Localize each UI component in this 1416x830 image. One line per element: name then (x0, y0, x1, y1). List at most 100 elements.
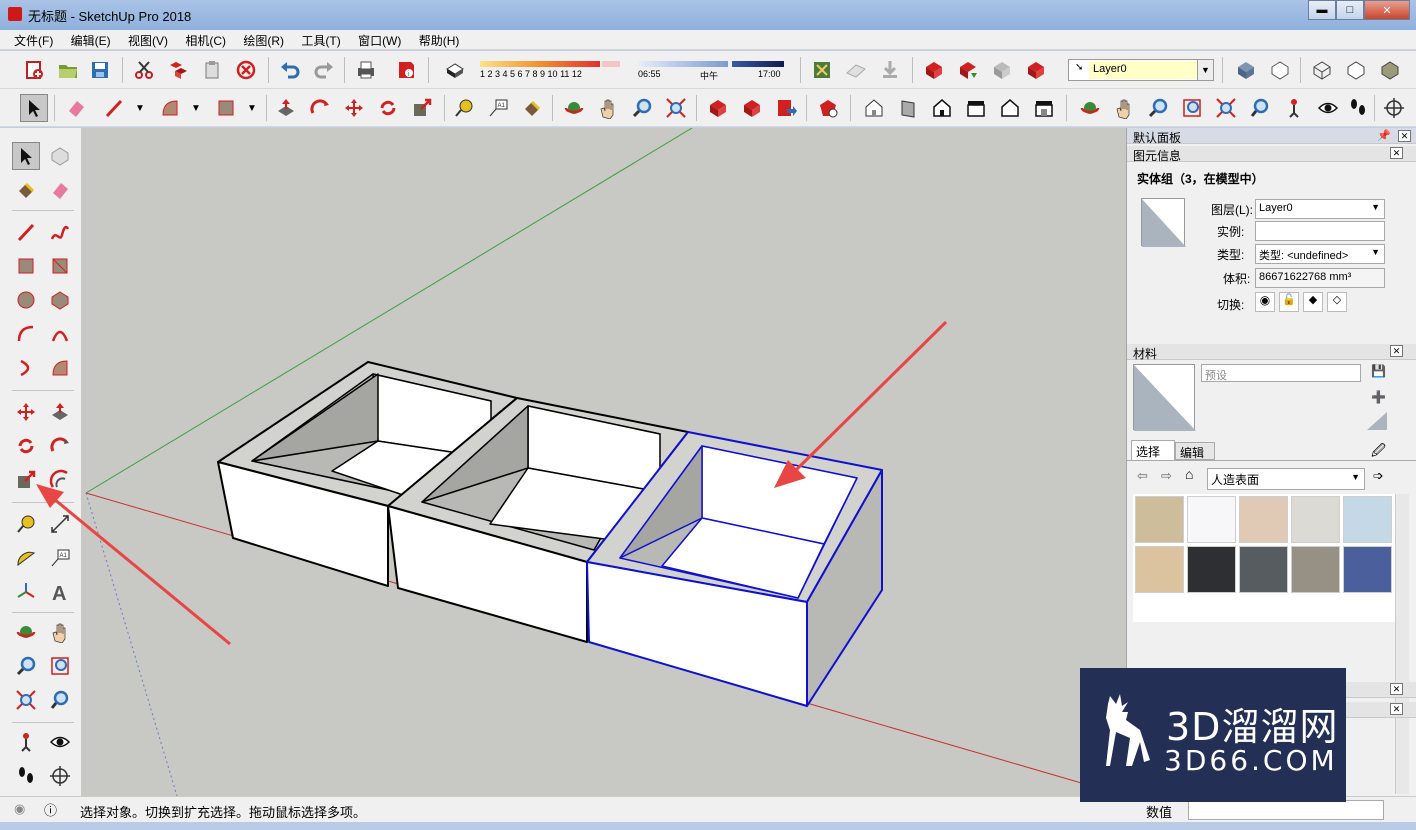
paint-bucket-tool-icon[interactable] (518, 94, 546, 122)
layer-dropdown[interactable]: ➘ Layer0 ▼ (1068, 59, 1214, 81)
material-swatch-10[interactable] (1343, 546, 1392, 593)
position-camera-icon[interactable] (1280, 94, 1308, 122)
minimize-button[interactable]: ▬ (1308, 0, 1336, 20)
measurements-input[interactable] (1188, 800, 1384, 820)
zoom-window-tool-icon[interactable] (1178, 94, 1206, 122)
walk-tool-icon[interactable] (12, 762, 40, 790)
material-swatch-1[interactable] (1135, 496, 1184, 543)
position-camera-icon[interactable] (12, 728, 40, 756)
material-swatch-2[interactable] (1187, 496, 1236, 543)
info-icon[interactable]: ⓘ (44, 800, 57, 819)
zoom-tool-icon[interactable] (628, 94, 656, 122)
material-save-icon[interactable]: 💾 (1371, 364, 1386, 378)
undo-icon[interactable] (276, 56, 304, 84)
menu-tools[interactable]: 工具(T) (301, 30, 340, 49)
cast-shadow-icon[interactable]: ◆ (1303, 292, 1323, 312)
back-arrow-icon[interactable]: ⇦ (1137, 468, 1148, 484)
materials-scrollbar[interactable] (1395, 494, 1409, 794)
rotated-rectangle-tool-icon[interactable] (46, 252, 74, 280)
left-view-icon[interactable] (1030, 94, 1058, 122)
push-pull-tool-icon[interactable] (272, 94, 300, 122)
open-folder-icon[interactable] (54, 56, 82, 84)
redo-icon[interactable] (310, 56, 338, 84)
follow-me-tool-icon[interactable] (46, 432, 74, 460)
previous-view-icon[interactable] (1246, 94, 1274, 122)
follow-me-tool-icon[interactable] (306, 94, 334, 122)
layer-select[interactable]: Layer0 ▼ (1255, 199, 1385, 219)
material-swatch-6[interactable] (1135, 546, 1184, 593)
move-tool-icon[interactable] (340, 94, 368, 122)
three-point-arc-tool-icon[interactable] (12, 354, 40, 382)
line-tool-dropdown-icon[interactable]: ▼ (126, 94, 154, 122)
previous-view-icon[interactable] (46, 686, 74, 714)
entity-info-close-icon[interactable]: ✕ (1390, 147, 1403, 159)
menu-help[interactable]: 帮助(H) (419, 30, 460, 49)
zoom-extents-tool-2-icon[interactable] (1212, 94, 1240, 122)
material-swatch-5[interactable] (1343, 496, 1392, 543)
drawing-viewport[interactable] (82, 128, 1126, 796)
shadow-time-slider[interactable]: 06:55 中午 17:00 (636, 59, 786, 83)
copy-icon[interactable] (164, 56, 192, 84)
3d-warehouse-icon[interactable] (920, 56, 948, 84)
extension-warehouse-icon[interactable] (1022, 56, 1050, 84)
back-view-icon[interactable] (996, 94, 1024, 122)
menu-view[interactable]: 视图(V) (128, 30, 168, 49)
material-swatch-7[interactable] (1187, 546, 1236, 593)
shadow-month-slider[interactable]: 1 2 3 4 5 6 7 8 9 10 11 12 (476, 59, 626, 83)
rotate-tool-icon[interactable] (374, 94, 402, 122)
push-pull-tool-icon[interactable] (46, 398, 74, 426)
shadows-icon[interactable] (440, 56, 468, 84)
tab-edit[interactable]: 编辑 (1175, 442, 1215, 460)
pin-icon[interactable]: 📌 (1377, 129, 1391, 142)
chevron-down-icon[interactable]: ▼ (1197, 60, 1213, 80)
entity-info-header[interactable]: 图元信息 ✕ (1127, 146, 1416, 163)
model-info-icon[interactable]: i (392, 56, 420, 84)
type-select[interactable]: 类型: <undefined> ▼ (1255, 244, 1385, 264)
material-name-field[interactable]: 预设 (1201, 364, 1361, 382)
send-to-layout-icon[interactable] (772, 94, 800, 122)
print-icon[interactable] (352, 56, 380, 84)
geo-location-icon[interactable]: ◉ (14, 801, 25, 817)
zoom-extents-tool-icon[interactable] (12, 686, 40, 714)
tray-close-icon[interactable]: ✕ (1398, 130, 1411, 142)
close-button[interactable]: ✕ (1364, 0, 1410, 20)
arc-tool-icon[interactable] (12, 320, 40, 348)
material-swatch-3[interactable] (1239, 496, 1288, 543)
section-plane-icon[interactable] (46, 762, 74, 790)
line-tool-icon[interactable] (12, 218, 40, 246)
look-around-icon[interactable] (1314, 94, 1342, 122)
material-swatch-8[interactable] (1239, 546, 1288, 593)
menu-file[interactable]: 文件(F) (14, 30, 53, 49)
select-tool-icon[interactable] (20, 94, 48, 122)
warehouse-get-models-icon[interactable] (704, 94, 732, 122)
circle-tool-icon[interactable] (12, 286, 40, 314)
look-around-icon[interactable] (46, 728, 74, 756)
select-tool-icon[interactable] (12, 142, 40, 170)
visible-toggle-eye-icon[interactable]: ◉ (1255, 292, 1275, 312)
hidden-line-style-icon[interactable] (1342, 56, 1370, 84)
make-component-icon[interactable] (46, 142, 74, 170)
iso-view-icon[interactable] (860, 94, 888, 122)
material-swatch-9[interactable] (1291, 546, 1340, 593)
photo-textures-icon[interactable] (876, 56, 904, 84)
receive-shadow-icon[interactable]: ◇ (1327, 292, 1347, 312)
toggle-terrain-icon[interactable] (842, 56, 870, 84)
details-arrow-icon[interactable]: ➩ (1373, 468, 1384, 484)
zoom-window-tool-icon[interactable] (46, 652, 74, 680)
pan-tool-icon[interactable] (594, 94, 622, 122)
move-tool-icon[interactable] (12, 398, 40, 426)
zoom-tool-icon[interactable] (12, 652, 40, 680)
share-model-icon[interactable] (954, 56, 982, 84)
front-view-icon[interactable] (928, 94, 956, 122)
create-material-icon[interactable]: ➕ (1371, 390, 1386, 404)
orbit-tool-icon[interactable] (560, 94, 588, 122)
freehand-tool-icon[interactable] (46, 218, 74, 246)
forward-arrow-icon[interactable]: ⇨ (1161, 468, 1172, 484)
warehouse-upload-icon[interactable] (738, 94, 766, 122)
menu-window[interactable]: 窗口(W) (358, 30, 401, 49)
maximize-button[interactable]: □ (1336, 0, 1364, 20)
extension-manager-icon[interactable] (814, 94, 842, 122)
cut-icon[interactable] (130, 56, 158, 84)
pan-tool-2-icon[interactable] (1110, 94, 1138, 122)
tab-select[interactable]: 选择 (1131, 440, 1175, 460)
